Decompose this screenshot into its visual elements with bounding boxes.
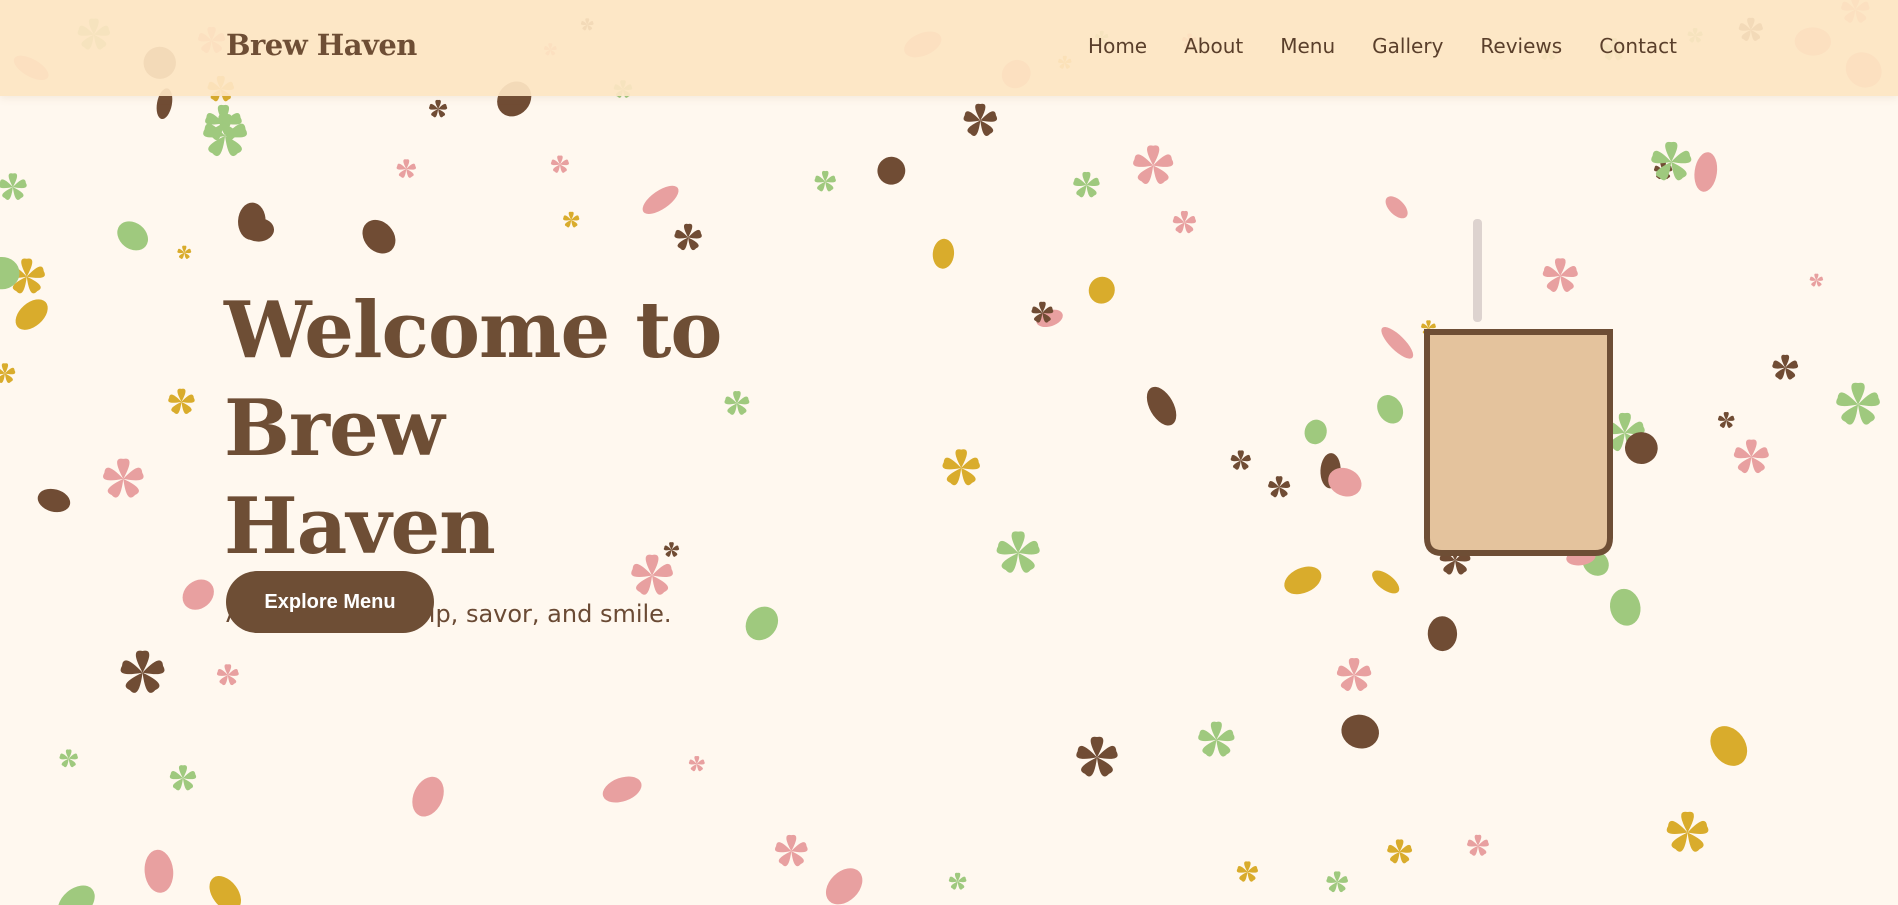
confetti-bean — [642, 185, 679, 215]
nav-link-gallery[interactable]: Gallery — [1372, 34, 1443, 58]
explore-menu-button[interactable]: Explore Menu — [226, 571, 434, 633]
confetti-bean — [1088, 276, 1115, 304]
confetti-flower — [774, 834, 808, 867]
confetti-bean — [1385, 196, 1408, 219]
confetti-flower — [1836, 382, 1880, 425]
confetti-flower — [1387, 839, 1413, 864]
confetti-bean — [1341, 714, 1380, 749]
cup-body — [1424, 329, 1613, 556]
confetti-flower — [948, 872, 967, 890]
confetti-flower — [429, 99, 448, 118]
confetti-flower — [1198, 721, 1235, 757]
confetti-flower — [1076, 736, 1118, 777]
brand-logo[interactable]: Brew Haven — [226, 28, 417, 62]
confetti-bean — [117, 221, 149, 251]
confetti-flower — [942, 449, 980, 486]
confetti-flower — [1772, 354, 1799, 380]
confetti-flower — [562, 211, 580, 228]
confetti-bean — [1710, 726, 1748, 766]
confetti-bean — [57, 885, 95, 905]
confetti-bean — [362, 219, 396, 254]
confetti-flower — [59, 749, 78, 768]
confetti-bean — [1694, 152, 1718, 192]
confetti-bean — [1284, 566, 1322, 595]
confetti-bean — [877, 156, 906, 185]
confetti-bean — [209, 876, 241, 905]
confetti-bean — [144, 849, 174, 893]
confetti-flower — [103, 458, 144, 498]
hero-title-line-1: Welcome to Brew — [224, 285, 722, 474]
confetti-bean — [15, 299, 48, 330]
confetti-flower — [814, 170, 836, 192]
straw — [1473, 219, 1482, 322]
confetti-flower — [674, 223, 702, 251]
confetti-flower — [688, 756, 705, 772]
confetti-flower — [1809, 273, 1824, 287]
nav-link-reviews[interactable]: Reviews — [1480, 34, 1562, 58]
confetti-flower — [396, 159, 416, 178]
nav-menu: Home About Menu Gallery Reviews Contact — [1051, 34, 1677, 58]
confetti-flower — [177, 245, 192, 259]
confetti-flower — [1236, 861, 1258, 882]
confetti-bean — [182, 579, 214, 610]
confetti-flower — [120, 650, 165, 693]
confetti-bean — [932, 238, 955, 269]
confetti-bean — [1377, 395, 1404, 424]
confetti-flower — [1336, 657, 1372, 692]
confetti-flower — [1326, 871, 1349, 893]
confetti-bean — [1372, 570, 1400, 594]
confetti-bean — [1304, 419, 1327, 445]
confetti-bean — [602, 776, 642, 803]
nav-link-menu[interactable]: Menu — [1280, 34, 1335, 58]
confetti-flower — [550, 155, 569, 173]
top-navigation: Brew Haven Home About Menu Gallery Revie… — [0, 0, 1898, 96]
hero-title: Welcome to Brew Haven — [224, 282, 924, 576]
confetti-bean — [412, 776, 444, 817]
confetti-bean — [1381, 327, 1414, 359]
confetti-flower — [1133, 145, 1174, 184]
confetti-flower — [1172, 210, 1197, 234]
confetti-flower — [963, 103, 998, 136]
nav-link-contact[interactable]: Contact — [1599, 34, 1677, 58]
confetti-flower — [1073, 171, 1100, 198]
confetti-flower — [1467, 834, 1489, 856]
confetti-bean — [1609, 588, 1641, 626]
confetti-flower — [0, 363, 16, 384]
confetti-flower — [1717, 412, 1735, 428]
confetti-flower — [1733, 439, 1769, 474]
confetti-flower — [0, 173, 27, 200]
nav-link-about[interactable]: About — [1184, 34, 1243, 58]
confetti-bean — [1427, 616, 1458, 652]
nav-link-home[interactable]: Home — [1088, 34, 1147, 58]
confetti-bean — [1146, 386, 1177, 426]
confetti-flower — [1651, 141, 1692, 181]
confetti-flower — [169, 765, 197, 791]
confetti-flower — [1268, 476, 1291, 498]
confetti-flower — [216, 664, 239, 686]
confetti-flower — [1666, 811, 1709, 852]
confetti-bean — [37, 488, 71, 513]
confetti-bean — [825, 868, 863, 905]
hero-title-line-2: Haven — [224, 481, 496, 572]
coffee-cup-illustration — [1424, 219, 1613, 556]
confetti-flower — [996, 531, 1040, 573]
confetti-flower — [168, 388, 195, 415]
confetti-flower — [1230, 450, 1251, 470]
